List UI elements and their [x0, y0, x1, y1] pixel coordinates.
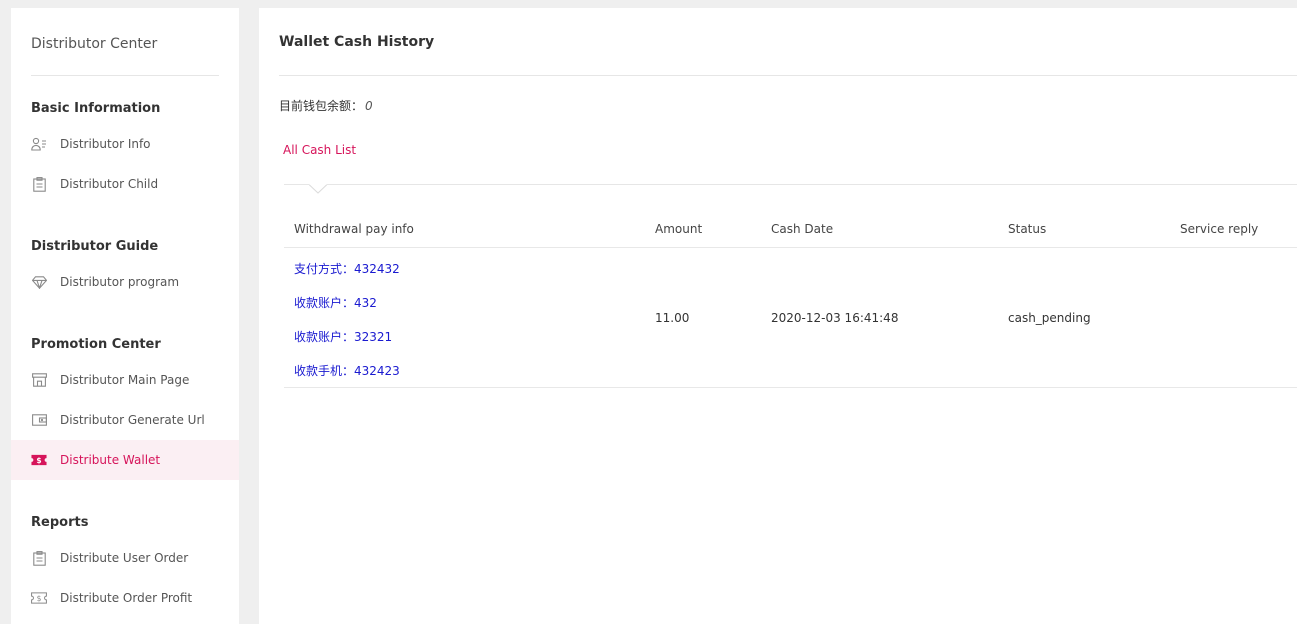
sidebar-item-distribute-wallet[interactable]: $ Distribute Wallet [11, 440, 239, 480]
tab-all-cash-list[interactable]: All Cash List [283, 143, 356, 157]
sidebar-item-distributor-program[interactable]: Distributor program [11, 262, 239, 302]
pay-info-line: 收款账户：32321 [294, 330, 393, 344]
section-heading-distributor-guide: Distributor Guide [31, 239, 159, 254]
sidebar-item-label: Distributor Main Page [60, 373, 190, 387]
dollar-ticket-icon: $ [31, 452, 47, 468]
clipboard-icon [31, 176, 47, 192]
sidebar-item-label: Distributor Generate Url [60, 413, 205, 427]
sidebar-item-distributor-info[interactable]: Distributor Info [11, 124, 239, 164]
amount-cell: 11.00 [655, 311, 690, 325]
status-cell: cash_pending [1008, 311, 1091, 325]
sidebar-item-distributor-main-page[interactable]: Distributor Main Page [11, 360, 239, 400]
sidebar-item-distributor-child[interactable]: Distributor Child [11, 164, 239, 204]
column-header-cash-date: Cash Date [771, 222, 834, 236]
pay-info-line: 支付方式：432432 [294, 262, 400, 276]
tab-divider [284, 184, 1297, 185]
user-card-icon [31, 136, 47, 152]
wallet-balance: 目前钱包余额： 0 [279, 97, 373, 114]
sidebar-item-distributor-generate-url[interactable]: Distributor Generate Url [11, 400, 239, 440]
sidebar: Distributor Center Basic Information Dis… [11, 8, 239, 624]
sidebar-item-label: Distribute Wallet [60, 453, 161, 467]
diamond-icon [31, 274, 47, 290]
dollar-ticket-icon: $ [31, 590, 47, 606]
pay-info-line: 收款账户：432 [294, 296, 377, 310]
active-tab-indicator [309, 184, 327, 194]
storefront-icon [31, 372, 47, 388]
sidebar-item-distribute-user-order[interactable]: Distribute User Order [11, 538, 239, 578]
sidebar-item-label: Distribute Order Profit [60, 591, 193, 605]
wallet-balance-value: 0 [365, 99, 373, 113]
section-heading-basic-information: Basic Information [31, 101, 161, 116]
sidebar-title: Distributor Center [31, 36, 158, 52]
clipboard-icon [31, 550, 47, 566]
pay-info-line: 收款手机：432423 [294, 364, 400, 378]
wallet-balance-label: 目前钱包余额： [279, 99, 364, 113]
cash-date-cell: 2020-12-03 16:41:48 [771, 311, 899, 325]
sidebar-divider [31, 75, 219, 76]
sidebar-item-label: Distribute User Order [60, 551, 189, 565]
sidebar-item-label: Distributor Child [60, 177, 159, 191]
sidebar-item-label: Distributor program [60, 275, 180, 289]
main-panel: Wallet Cash History 目前钱包余额： 0 All Cash Li… [259, 8, 1297, 624]
svg-text:$: $ [37, 594, 42, 603]
table-row: 支付方式：432432 收款账户：432 收款账户：32321 收款手机：432… [284, 248, 1297, 388]
column-header-status: Status [1008, 222, 1047, 236]
section-heading-promotion-center: Promotion Center [31, 337, 161, 352]
sidebar-item-distribute-order-profit[interactable]: $ Distribute Order Profit [11, 578, 239, 618]
sidebar-item-label: Distributor Info [60, 137, 151, 151]
column-header-pay-info: Withdrawal pay info [294, 222, 414, 236]
table-header: Withdrawal pay info Amount Cash Date Sta… [284, 208, 1297, 248]
column-header-service-reply: Service reply [1180, 222, 1259, 236]
title-divider [279, 75, 1297, 76]
page-title: Wallet Cash History [279, 34, 435, 50]
column-header-amount: Amount [655, 222, 703, 236]
wallet-icon [31, 412, 47, 428]
section-heading-reports: Reports [31, 515, 89, 530]
svg-text:$: $ [36, 456, 41, 465]
